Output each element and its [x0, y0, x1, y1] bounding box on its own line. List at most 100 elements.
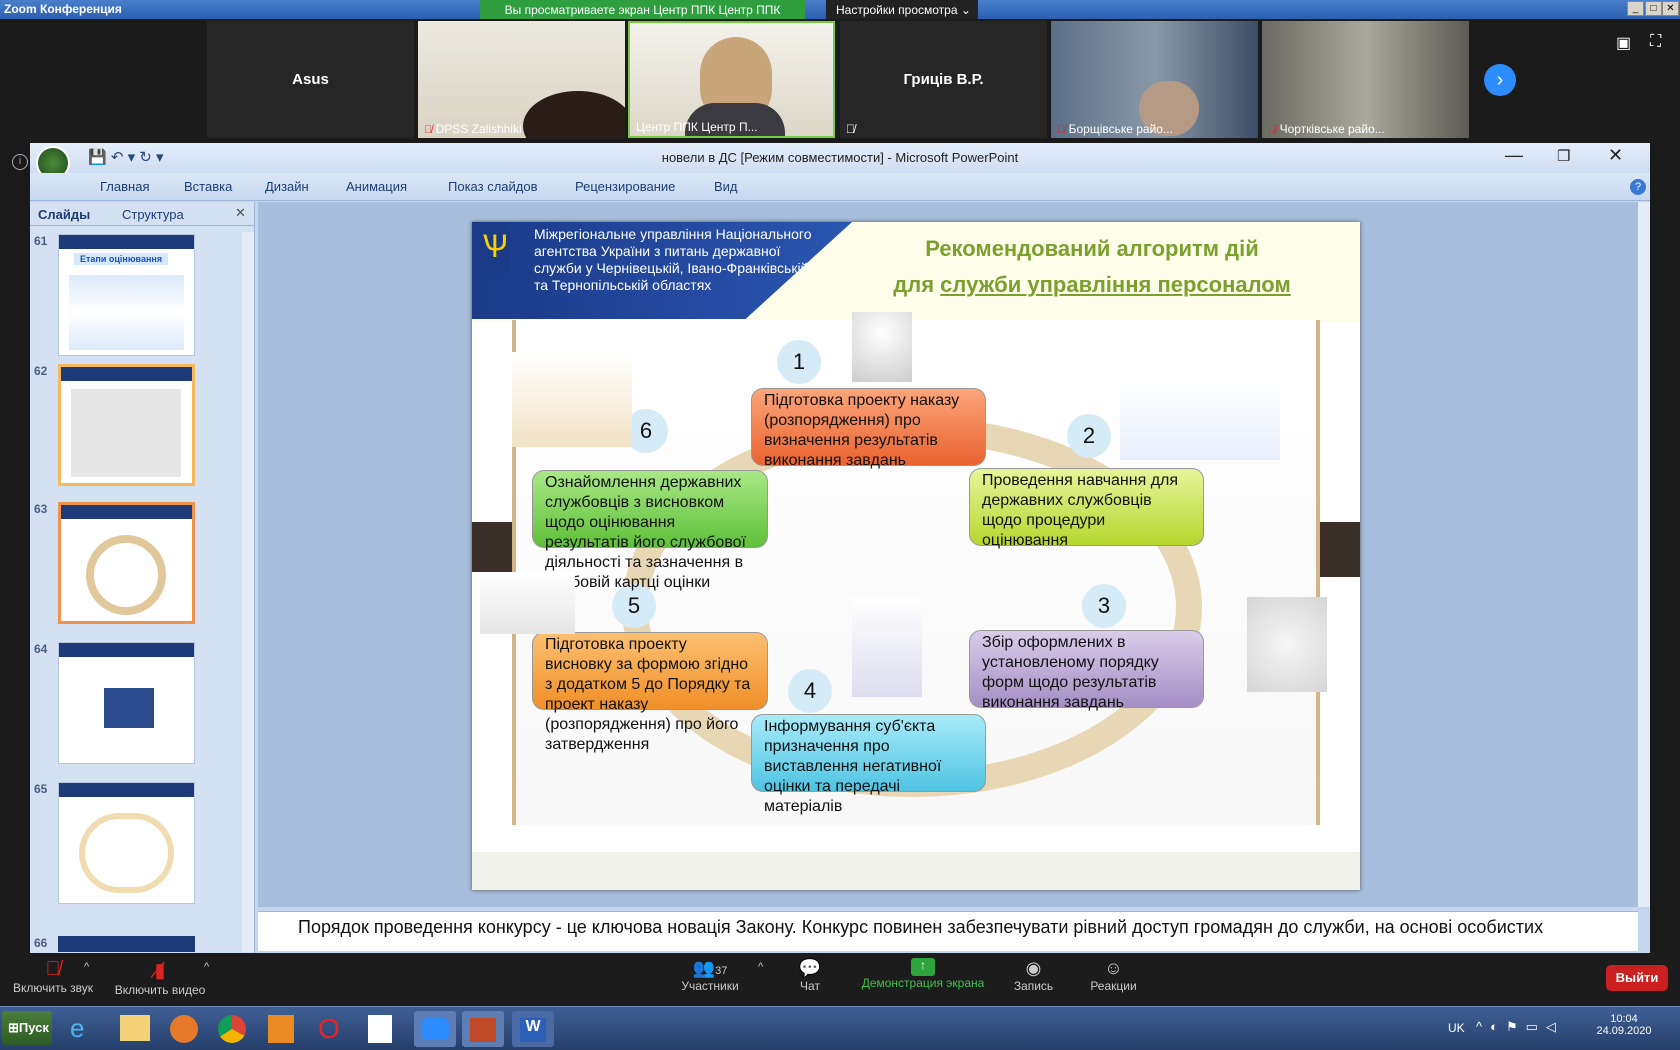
step-box-2: Проведення навчання для державних службо…	[969, 468, 1204, 549]
fullscreen-icon[interactable]: ⛶	[1650, 33, 1661, 51]
thumb-number: 62	[34, 364, 48, 378]
chrome-icon[interactable]	[218, 1015, 246, 1043]
step-box-4: Інформування суб'єкта призначення про ви…	[751, 714, 986, 815]
books-figure-icon	[512, 352, 632, 447]
step-number: 4	[788, 669, 832, 713]
video-off-icon: ▮̸	[154, 960, 166, 982]
slide-canvas: Ѱ Міжрегіональне управління Національног…	[472, 222, 1360, 890]
clock[interactable]: 10:04 24.09.2020	[1594, 1013, 1654, 1037]
participant-label: 🎙̸ Чортківське райо...	[1268, 122, 1385, 136]
participant-gallery: Asus 🎙̸ DPSS Zalishhiki Центр ППК Центр …	[0, 19, 1680, 140]
ppt-window-title: новели в ДС [Режим совместимости] - Micr…	[661, 150, 1019, 165]
thumb-content	[104, 688, 154, 728]
next-page-arrow-icon[interactable]: ›	[1484, 64, 1516, 96]
slide-thumbnail[interactable]: Етапи оцінювання	[58, 234, 195, 356]
slide-thumbnail[interactable]	[58, 936, 195, 952]
tab-slideshow[interactable]: Показ слайдов	[448, 179, 538, 194]
chat-button[interactable]: 💬 Чат	[785, 958, 835, 993]
participant-label-text: DPSS Zalishhiki	[435, 122, 522, 136]
participants-chevron-icon[interactable]: ^	[758, 961, 763, 973]
close-button[interactable]: ✕	[1662, 1, 1679, 16]
tab-review[interactable]: Рецензирование	[575, 179, 675, 194]
slides-panel: Слайды Структура ✕ 61 Етапи оцінювання 6…	[30, 202, 255, 953]
panel-close-icon[interactable]: ✕	[235, 205, 246, 221]
start-button[interactable]: ⊞Пуск	[2, 1011, 52, 1045]
view-settings-dropdown[interactable]: Настройки просмотра ⌄	[826, 0, 978, 21]
start-video-button[interactable]: ▮̸ Включить видео	[110, 958, 210, 997]
tab-design[interactable]: Дизайн	[265, 179, 309, 194]
participant-tile[interactable]: Гриців В.Р. 🎙̸	[840, 21, 1047, 138]
ukraine-trident-icon: Ѱ	[480, 228, 510, 274]
slide-thumbnail[interactable]	[58, 642, 195, 764]
ribbon-tabs: Главная Вставка Дизайн Анимация Показ сл…	[30, 173, 1650, 201]
notepad-icon[interactable]	[368, 1015, 392, 1043]
thumb-number: 63	[34, 502, 48, 516]
audio-options-chevron-icon[interactable]: ^	[84, 961, 89, 973]
leave-button[interactable]: Выйти	[1606, 965, 1668, 991]
participant-tile[interactable]: 🎙̸ Чортківське райо...	[1262, 21, 1469, 138]
tab-insert[interactable]: Вставка	[184, 179, 232, 194]
participant-tile[interactable]: Asus	[207, 21, 414, 138]
thumb-content	[86, 535, 166, 615]
title-underlined: служби управління персоналом	[940, 272, 1291, 297]
zoom-toolbar: 🎙̸ Включить звук ^ ▮̸ Включить видео ^ 👥37…	[0, 953, 1680, 1006]
language-indicator[interactable]: UK	[1448, 1021, 1465, 1035]
video-options-chevron-icon[interactable]: ^	[204, 961, 209, 973]
slide-scrollbar[interactable]	[1638, 202, 1650, 907]
reactions-label: Реакции	[1090, 979, 1137, 993]
slide-footer	[472, 852, 1360, 890]
explorer-icon[interactable]	[120, 1015, 150, 1041]
screen-share-banner: Вы просматриваете экран Центр ППК Центр …	[480, 0, 805, 21]
record-icon: ◉	[1025, 958, 1042, 978]
ppt-close-button[interactable]: ✕	[1608, 145, 1623, 166]
record-label: Запись	[1013, 979, 1054, 993]
panel-tabs: Слайды Структура ✕	[30, 204, 255, 226]
powerpoint-taskbar-button[interactable]	[462, 1011, 504, 1047]
share-screen-button[interactable]: ↑ Демонстрация экрана	[858, 958, 988, 990]
panel-scrollbar[interactable]	[242, 232, 254, 952]
tab-outline[interactable]: Структура	[122, 207, 184, 222]
ppt-minimize-button[interactable]: —	[1505, 145, 1523, 166]
slide-thumbnail-selected[interactable]	[58, 364, 195, 486]
slide-thumbnail[interactable]	[58, 502, 195, 624]
minimize-button[interactable]: _	[1627, 1, 1644, 16]
notes-pane[interactable]: Порядок проведення конкурсу - це ключова…	[258, 911, 1638, 951]
ie-icon[interactable]: e	[70, 1013, 84, 1044]
thumb-text: Етапи оцінювання	[74, 253, 169, 265]
maximize-button[interactable]: □	[1645, 1, 1662, 16]
tab-slides[interactable]: Слайды	[38, 207, 90, 222]
participant-label: Центр ППК Центр П...	[636, 120, 758, 134]
zoom-title-bar: Zoom Конференция Вы просматриваете экран…	[0, 0, 1680, 21]
step-box-1: Підготовка проекту наказу (розпорядження…	[751, 388, 986, 469]
reactions-button[interactable]: ☺ Реакции	[1086, 958, 1141, 993]
slide-thumbnail[interactable]	[58, 782, 195, 904]
system-tray-icons[interactable]: ^◐⚑▭◁	[1476, 1019, 1564, 1035]
word-icon: W	[520, 1018, 546, 1042]
tab-animation[interactable]: Анимация	[346, 179, 407, 194]
checklist-figure-icon	[852, 597, 922, 697]
tab-home[interactable]: Главная	[100, 179, 149, 194]
info-icon[interactable]: i	[12, 154, 28, 170]
opera-icon[interactable]: O	[318, 1013, 340, 1045]
participants-button[interactable]: 👥37 Участники	[670, 958, 750, 993]
participant-tile-active[interactable]: Центр ППК Центр П...	[628, 21, 835, 138]
word-taskbar-button[interactable]: W	[512, 1011, 554, 1047]
slide-title-line2: для служби управління персоналом	[832, 272, 1352, 298]
media-player-icon[interactable]	[170, 1015, 198, 1043]
clock-figure-icon	[1247, 597, 1327, 692]
participant-tile[interactable]: 🎙̸ DPSS Zalishhiki	[418, 21, 625, 138]
share-label: Демонстрация экрана	[861, 976, 985, 990]
record-button[interactable]: ◉ Запись	[1006, 958, 1061, 993]
ppt-restore-button[interactable]: ❐	[1557, 147, 1570, 165]
windows-taskbar: ⊞Пуск e O W UK ^◐⚑▭◁ 10:04 24.09.2020	[0, 1006, 1680, 1050]
ppt-title-bar: 💾 ↶ ▾ ↻ ▾ новели в ДС [Режим совместимос…	[30, 143, 1650, 180]
clock-date: 24.09.2020	[1596, 1025, 1652, 1037]
help-icon[interactable]: ?	[1630, 179, 1646, 195]
participant-tile[interactable]: 🎙̸ Борщівське райо...	[1051, 21, 1258, 138]
gallery-view-icon[interactable]: ▣	[1616, 33, 1631, 53]
zoom-taskbar-button[interactable]	[414, 1011, 456, 1047]
tab-view[interactable]: Вид	[714, 179, 738, 194]
app-icon[interactable]	[268, 1015, 294, 1043]
slide-title-line1: Рекомендований алгоритм дій	[925, 236, 1259, 261]
slide-side-tab-right	[1320, 522, 1360, 577]
